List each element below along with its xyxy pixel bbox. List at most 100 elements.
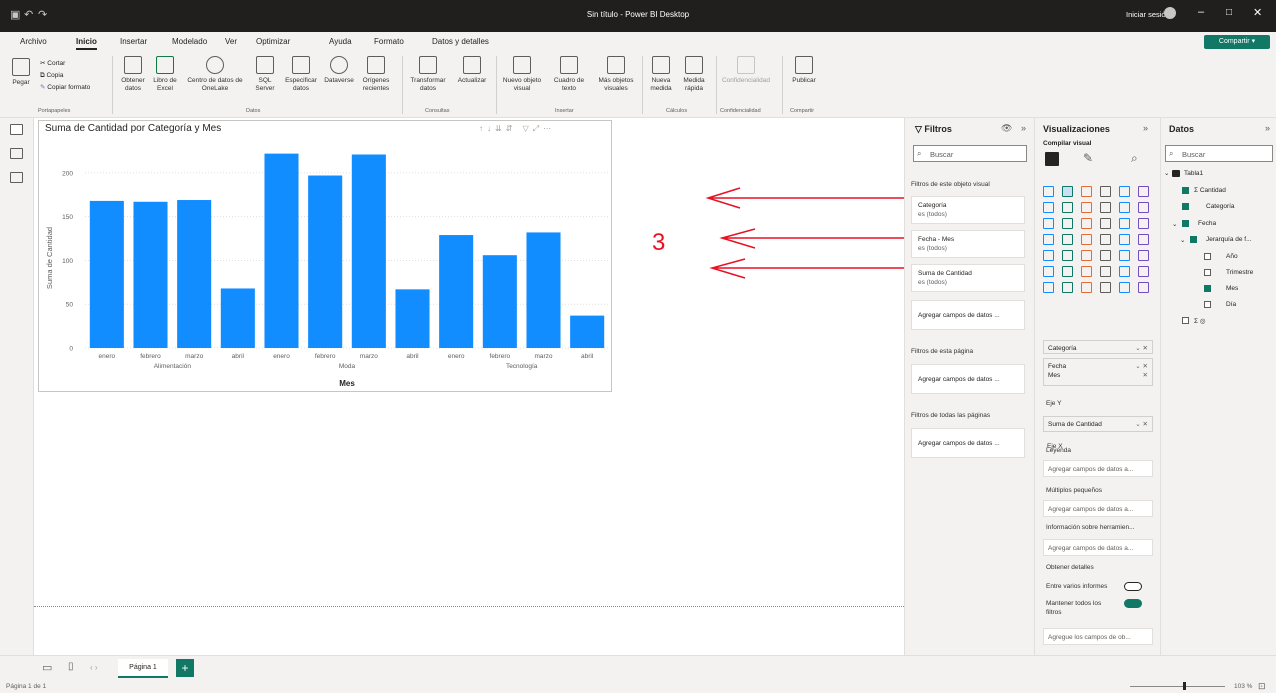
card-icon[interactable] bbox=[1119, 234, 1130, 245]
minimize-icon[interactable]: – bbox=[1198, 6, 1204, 18]
excel-button[interactable]: Libro de Excel bbox=[150, 56, 180, 93]
close-icon[interactable]: ✕ bbox=[1253, 6, 1262, 19]
zoom-slider[interactable] bbox=[1130, 686, 1225, 687]
collapse-data-icon[interactable]: » bbox=[1265, 123, 1270, 133]
checkbox-dia[interactable] bbox=[1204, 301, 1211, 308]
legend-well[interactable]: Agregar campos de datos a... bbox=[1043, 460, 1153, 477]
area-chart-icon[interactable] bbox=[1062, 202, 1073, 213]
dataverse-button[interactable]: Dataverse bbox=[322, 56, 356, 85]
waterfall-icon[interactable] bbox=[1043, 218, 1054, 229]
quick-measure-button[interactable]: Medida rápida bbox=[676, 56, 712, 93]
drill-through-well[interactable]: Agregue los campos de ob... bbox=[1043, 628, 1153, 645]
clustered-column-icon[interactable] bbox=[1062, 186, 1073, 197]
checkbox-measure[interactable] bbox=[1182, 317, 1189, 324]
bar-chart-visual[interactable]: Suma de Cantidad por Categoría y Mes ↑↓⇊… bbox=[38, 120, 612, 392]
column-100-icon[interactable] bbox=[1138, 186, 1149, 197]
onelake-button[interactable]: Centro de datos de OneLake bbox=[180, 56, 250, 93]
tab-insertar[interactable]: Insertar bbox=[120, 37, 147, 46]
slicer-icon[interactable] bbox=[1062, 250, 1073, 261]
filled-map-icon[interactable] bbox=[1062, 234, 1073, 245]
checkbox-jerarquia[interactable] bbox=[1190, 236, 1197, 243]
field-categoria[interactable]: Categoría ⌄ ✕ bbox=[1043, 340, 1153, 354]
report-view-icon[interactable] bbox=[10, 124, 23, 135]
more-visuals-icon[interactable] bbox=[1119, 282, 1130, 293]
ribbon-chart-icon[interactable] bbox=[1138, 202, 1149, 213]
add-page-button[interactable]: + bbox=[176, 659, 194, 677]
field-ano[interactable]: Año bbox=[1226, 253, 1238, 260]
clustered-bar-icon[interactable] bbox=[1100, 186, 1111, 197]
collapse-filters-icon[interactable]: » bbox=[1021, 123, 1026, 133]
tab-optimizar[interactable]: Optimizar bbox=[256, 37, 290, 46]
r-visual-icon[interactable] bbox=[1119, 250, 1130, 261]
power-apps-icon[interactable] bbox=[1043, 282, 1054, 293]
field-suma-cantidad[interactable]: Suma de Cantidad ⌄ ✕ bbox=[1043, 416, 1153, 432]
pie-chart-icon[interactable] bbox=[1100, 218, 1111, 229]
collapse-viz-icon[interactable]: » bbox=[1143, 123, 1148, 133]
paste-button[interactable]: Pegar bbox=[6, 58, 36, 87]
stacked-bar-100-icon[interactable] bbox=[1119, 186, 1130, 197]
tab-archivo[interactable]: Archivo bbox=[20, 37, 47, 46]
decomposition-tree-icon[interactable] bbox=[1062, 266, 1073, 277]
sql-button[interactable]: SQL Server bbox=[250, 56, 280, 93]
filter-card-mes[interactable]: Fecha - Mes es (todos) bbox=[911, 230, 1025, 258]
page-nav-arrows[interactable]: ‹ › bbox=[90, 663, 98, 672]
tab-ver[interactable]: Ver bbox=[225, 37, 237, 46]
checkbox-categoria[interactable] bbox=[1182, 203, 1189, 210]
field-dia[interactable]: Día bbox=[1226, 301, 1236, 308]
azure-map-icon[interactable] bbox=[1081, 234, 1092, 245]
map-icon[interactable] bbox=[1043, 234, 1054, 245]
data-search[interactable]: Buscar bbox=[1165, 145, 1273, 162]
qa-icon[interactable] bbox=[1081, 266, 1092, 277]
tab-inicio[interactable]: Inicio bbox=[76, 37, 97, 50]
metrics-icon[interactable] bbox=[1081, 282, 1092, 293]
eye-icon[interactable]: 👁 bbox=[1001, 123, 1012, 134]
multi-row-card-icon[interactable] bbox=[1138, 234, 1149, 245]
tab-datos-detalles[interactable]: Datos y detalles bbox=[432, 37, 489, 46]
tab-ayuda[interactable]: Ayuda bbox=[329, 37, 352, 46]
specify-data-button[interactable]: Especificar datos bbox=[280, 56, 322, 93]
filter-add-all[interactable]: Agregar campos de datos ... bbox=[911, 428, 1025, 458]
format-painter-button[interactable]: ✎ Copiar formato bbox=[40, 82, 90, 94]
small-multiples-well[interactable]: Agregar campos de datos a... bbox=[1043, 500, 1153, 517]
paginated-icon[interactable] bbox=[1119, 266, 1130, 277]
checkbox-fecha[interactable] bbox=[1182, 220, 1189, 227]
avatar[interactable] bbox=[1164, 7, 1176, 19]
table-viz-icon[interactable] bbox=[1081, 250, 1092, 261]
table-name[interactable]: Tabla1 bbox=[1184, 170, 1203, 177]
new-measure-button[interactable]: Nueva medida bbox=[646, 56, 676, 93]
refresh-button[interactable]: Actualizar bbox=[452, 56, 492, 85]
arcgis-icon[interactable] bbox=[1100, 282, 1111, 293]
line-chart-icon[interactable] bbox=[1043, 202, 1054, 213]
python-visual-icon[interactable] bbox=[1138, 250, 1149, 261]
field-fecha[interactable]: Fecha bbox=[1198, 220, 1216, 227]
chevron-down-icon[interactable]: ⌄ bbox=[1172, 220, 1177, 228]
tab-modelado[interactable]: Modelado bbox=[172, 37, 207, 46]
model-view-icon[interactable] bbox=[10, 172, 23, 183]
checkbox-mes[interactable] bbox=[1204, 285, 1211, 292]
mobile-view-icon[interactable]: ▯ bbox=[68, 661, 74, 672]
tab-formato[interactable]: Formato bbox=[374, 37, 404, 46]
chevron-down-icon[interactable]: ⌄ bbox=[1164, 169, 1169, 177]
recent-sources-button[interactable]: Orígenes recientes bbox=[356, 56, 396, 93]
kpi-icon[interactable] bbox=[1043, 250, 1054, 261]
tab-pagina-1[interactable]: Página 1 bbox=[118, 659, 168, 678]
scatter-icon[interactable] bbox=[1081, 218, 1092, 229]
field-categoria-data[interactable]: Categoría bbox=[1206, 203, 1235, 210]
key-influencers-icon[interactable] bbox=[1043, 266, 1054, 277]
stacked-area-icon[interactable] bbox=[1081, 202, 1092, 213]
checkbox-cantidad[interactable] bbox=[1182, 187, 1189, 194]
filter-add-visual[interactable]: Agregar campos de datos ... bbox=[911, 300, 1025, 330]
sensitivity-button[interactable]: Confidencialidad bbox=[718, 56, 774, 85]
checkbox-trimestre[interactable] bbox=[1204, 269, 1211, 276]
new-visual-button[interactable]: Nuevo objeto visual bbox=[500, 56, 544, 93]
donut-chart-icon[interactable] bbox=[1119, 218, 1130, 229]
line-column-icon[interactable] bbox=[1100, 202, 1111, 213]
table-view-icon[interactable] bbox=[10, 148, 23, 159]
cross-report-toggle[interactable] bbox=[1124, 582, 1142, 591]
shape-map-icon[interactable] bbox=[1138, 266, 1149, 277]
transform-button[interactable]: Transformar datos bbox=[406, 56, 450, 93]
stacked-bar-icon[interactable] bbox=[1043, 186, 1054, 197]
more-visuals-button[interactable]: Más objetos visuales bbox=[594, 56, 638, 93]
filters-search[interactable]: Buscar bbox=[913, 145, 1027, 162]
publish-button[interactable]: Publicar bbox=[786, 56, 822, 85]
